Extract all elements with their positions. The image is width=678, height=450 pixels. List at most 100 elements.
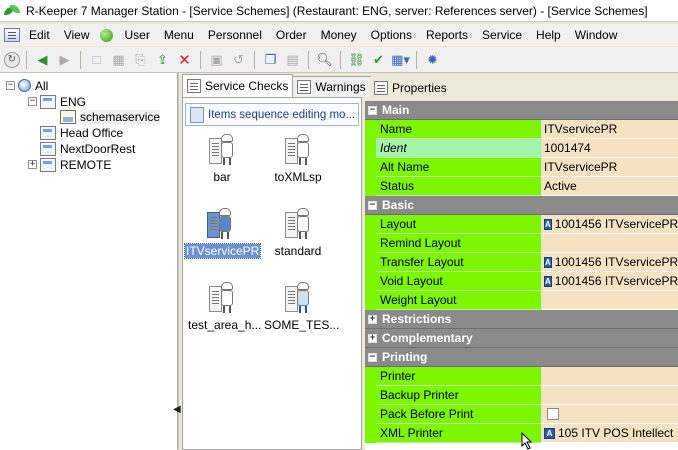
- tab-properties[interactable]: Properties: [370, 77, 451, 98]
- property-row-remind-layout[interactable]: Remind Layout: [365, 234, 678, 253]
- property-row-void-layout[interactable]: Void Layout A 1001456 ITVservicePR: [365, 272, 678, 291]
- duplicate-icon[interactable]: ❐: [261, 50, 280, 69]
- export-icon[interactable]: ⇪: [153, 50, 172, 69]
- forward-icon[interactable]: ▶: [55, 50, 74, 69]
- property-value[interactable]: [542, 405, 678, 424]
- link-icon[interactable]: ⛓: [347, 50, 366, 69]
- save-icon[interactable]: ▣: [207, 50, 226, 69]
- property-value-text: 105 ITV POS Intellect: [558, 426, 674, 440]
- menu-order[interactable]: Order: [269, 28, 314, 42]
- collapse-icon[interactable]: −: [28, 97, 37, 106]
- property-value[interactable]: A 1001456 ITVservicePR: [542, 272, 678, 291]
- property-row-transfer-layout[interactable]: Transfer Layout A 1001456 ITVservicePR: [365, 253, 678, 272]
- property-value[interactable]: ITVservicePR: [542, 158, 678, 177]
- menu-personnel[interactable]: Personnel: [201, 28, 269, 42]
- property-value[interactable]: [542, 386, 678, 405]
- scheme-item[interactable]: SOME_TES...: [263, 282, 339, 332]
- section-label: Basic: [382, 198, 415, 212]
- scheme-item[interactable]: toXMLsp: [263, 134, 333, 184]
- property-row-status[interactable]: Status Active: [365, 177, 678, 196]
- tree-node-label: schemaservice: [80, 109, 161, 124]
- tree-node-nextdoorrest[interactable]: NextDoorRest: [28, 140, 135, 157]
- check-icon[interactable]: ✔: [369, 50, 388, 69]
- property-value[interactable]: [542, 234, 678, 253]
- expand-icon[interactable]: +: [368, 314, 377, 324]
- grid-icon[interactable]: ▦▾: [391, 50, 410, 69]
- expand-icon[interactable]: +: [368, 333, 377, 343]
- property-row-backup-printer[interactable]: Backup Printer: [365, 386, 678, 405]
- menu-edit[interactable]: Edit: [22, 28, 57, 42]
- property-value[interactable]: ITVservicePR: [542, 120, 678, 139]
- tree-node-schemaservice[interactable]: schemaservice: [60, 108, 161, 125]
- property-row-printer[interactable]: Printer: [365, 367, 678, 386]
- settings-icon[interactable]: ✹: [423, 50, 442, 69]
- restaurant-icon: [40, 157, 56, 172]
- section-printing[interactable]: − Printing: [365, 348, 678, 367]
- property-value[interactable]: [542, 367, 678, 386]
- warnings-icon: [297, 80, 312, 94]
- back-icon[interactable]: ◀: [33, 50, 52, 69]
- cook-icon: [207, 208, 233, 240]
- section-label: Printing: [382, 350, 428, 364]
- tree-node-remote[interactable]: + REMOTE: [28, 156, 111, 173]
- property-value[interactable]: 1001474: [542, 139, 678, 158]
- scheme-label: toXMLsp: [274, 170, 322, 184]
- collapse-icon[interactable]: −: [368, 200, 377, 210]
- scheme-item[interactable]: bar: [187, 134, 257, 184]
- menu-reports[interactable]: Reports: [419, 28, 475, 42]
- property-row-weight-layout[interactable]: Weight Layout: [365, 291, 678, 310]
- scheme-item[interactable]: test_area_h...: [187, 282, 261, 332]
- sequence-edit-bar[interactable]: Items sequence editing mo...: [185, 103, 359, 126]
- paste-icon[interactable]: ▤: [283, 50, 302, 69]
- scroll-left-icon[interactable]: ◀: [173, 404, 181, 415]
- section-complementary[interactable]: + Complementary: [365, 329, 678, 348]
- scheme-item-selected[interactable]: ITVservicePR: [183, 208, 262, 259]
- menu-view[interactable]: View: [57, 28, 97, 42]
- collapse-icon[interactable]: −: [368, 352, 377, 362]
- status-dot-icon: [100, 28, 114, 42]
- document-menu-icon[interactable]: [4, 28, 20, 42]
- refresh-icon[interactable]: ↻: [4, 51, 20, 68]
- tab-warnings[interactable]: Warnings: [292, 76, 371, 97]
- collapse-icon[interactable]: −: [368, 105, 377, 115]
- window-title: R-Keeper 7 Manager Station - [Service Sc…: [26, 3, 648, 18]
- property-row-pack-before-print[interactable]: Pack Before Print: [365, 405, 678, 424]
- cook-icon: [209, 134, 235, 166]
- scheme-item[interactable]: standard: [263, 208, 333, 258]
- delete-icon[interactable]: ✕: [175, 50, 194, 69]
- property-name: Status: [376, 177, 542, 196]
- menu-help[interactable]: Help: [529, 28, 568, 42]
- expand-icon[interactable]: +: [28, 160, 37, 169]
- section-main[interactable]: − Main: [365, 101, 678, 120]
- collapse-icon[interactable]: −: [6, 81, 15, 90]
- property-row-ident[interactable]: Ident 1001474: [365, 139, 678, 158]
- property-row-name[interactable]: Name ITVservicePR: [365, 120, 678, 139]
- menu-menu[interactable]: Menu: [157, 28, 201, 42]
- restaurant-icon: [40, 141, 56, 156]
- undo-icon[interactable]: ↺: [229, 50, 248, 69]
- tree-node-all[interactable]: − All: [6, 77, 48, 94]
- property-value[interactable]: Active: [542, 177, 678, 196]
- property-value[interactable]: A 1001456 ITVservicePR: [542, 215, 678, 234]
- menu-service[interactable]: Service: [475, 28, 529, 42]
- menu-user[interactable]: User: [117, 28, 156, 42]
- new-folder-icon[interactable]: ▦: [109, 50, 128, 69]
- copy-icon[interactable]: ⎘: [131, 50, 150, 69]
- toolbar-separator: [308, 50, 309, 69]
- tree-node-head-office[interactable]: Head Office: [28, 124, 123, 141]
- property-row-layout[interactable]: Layout A 1001456 ITVservicePR: [365, 215, 678, 234]
- section-restrictions[interactable]: + Restrictions: [365, 310, 678, 329]
- property-value[interactable]: A 1001456 ITVservicePR: [542, 253, 678, 272]
- pack-before-print-checkbox[interactable]: [547, 408, 559, 420]
- property-value[interactable]: A 105 ITV POS Intellect: [542, 424, 678, 443]
- new-icon[interactable]: □: [87, 50, 106, 69]
- restaurant-tree[interactable]: − All − ENG schemaservice Head Office Ne…: [0, 73, 178, 450]
- property-row-alt-name[interactable]: Alt Name ITVservicePR: [365, 158, 678, 177]
- section-basic[interactable]: − Basic: [365, 196, 678, 215]
- menu-money[interactable]: Money: [314, 28, 364, 42]
- menu-options[interactable]: Options: [364, 28, 419, 42]
- search-icon[interactable]: 🔍︎: [315, 50, 334, 69]
- property-value[interactable]: [542, 291, 678, 310]
- tab-service-checks[interactable]: Service Checks: [182, 74, 294, 97]
- menu-window[interactable]: Window: [568, 28, 625, 42]
